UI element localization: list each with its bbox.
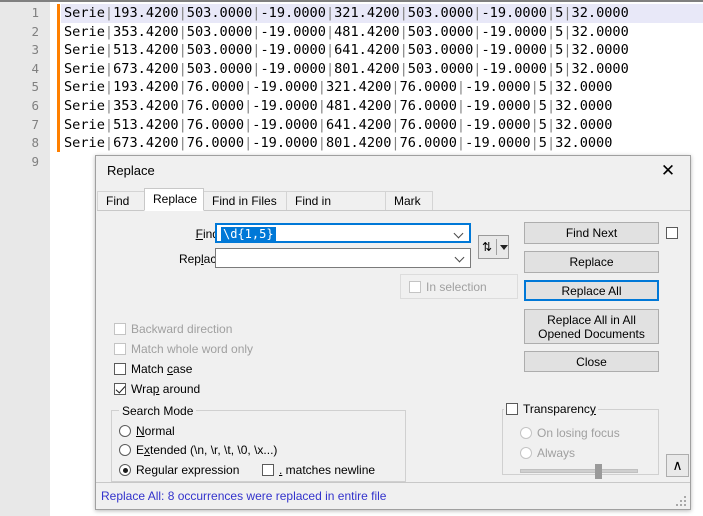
code-line[interactable]: Serie|513.4200|76.0000|-19.0000|641.4200… bbox=[61, 116, 703, 135]
checkbox-box-transparency[interactable] bbox=[506, 403, 518, 415]
change-marker-bar bbox=[57, 4, 60, 152]
dot-matches-newline-checkbox[interactable]: . matches newline bbox=[262, 463, 375, 477]
swap-fields-button[interactable]: ⇅ bbox=[478, 235, 509, 259]
scroll-up-button[interactable]: ∧ bbox=[666, 454, 689, 477]
close-button[interactable]: Close bbox=[524, 351, 659, 372]
code-line[interactable]: Serie|513.4200|503.0000|-19.0000|641.420… bbox=[61, 41, 703, 60]
code-line[interactable]: Serie|193.4200|76.0000|-19.0000|321.4200… bbox=[61, 78, 703, 97]
on-losing-focus-label: On losing focus bbox=[537, 426, 620, 440]
swap-divider bbox=[496, 239, 497, 255]
dialog-title: Replace bbox=[107, 163, 155, 178]
line-number: 1 bbox=[31, 5, 39, 20]
status-message: Replace All: 8 occurrences were replaced… bbox=[101, 489, 387, 503]
search-mode-extended-radio[interactable]: Extended (\n, \r, \t, \0, \x...) bbox=[119, 443, 277, 457]
tab-find-in-projects[interactable]: Find in Projects bbox=[286, 191, 386, 227]
notepad-plus-plus-window: 1 2 3 4 5 6 7 8 9 Serie|193.4200|503.0000|-19.00… bbox=[0, 0, 703, 516]
search-mode-group-title: Search Mode bbox=[119, 404, 197, 418]
dialog-body: Find what: \d{1,5} Replace with: ⇅ In se… bbox=[96, 211, 690, 490]
in-selection-panel: In selection bbox=[400, 274, 518, 299]
always-label: Always bbox=[537, 446, 576, 460]
code-line[interactable]: Serie|673.4200|503.0000|-19.0000|801.420… bbox=[61, 60, 703, 79]
resize-grip-icon[interactable] bbox=[676, 496, 687, 507]
transparency-label: Transparency bbox=[523, 402, 596, 416]
match-whole-word-label: Match whole word only bbox=[131, 342, 254, 356]
dialog-titlebar[interactable]: Replace ✕ bbox=[96, 156, 690, 188]
search-mode-normal-radio[interactable]: Normal bbox=[119, 424, 175, 438]
search-mode-extended-label: Extended (\n, \r, \t, \0, \x...) bbox=[136, 443, 278, 457]
tab-mark[interactable]: Mark bbox=[385, 191, 433, 210]
line-number: 8 bbox=[31, 135, 39, 151]
checkbox-box-in-selection bbox=[409, 281, 421, 293]
slider-thumb[interactable] bbox=[594, 464, 602, 479]
checkbox-box-keep-open[interactable] bbox=[666, 227, 678, 239]
tab-find-in-files[interactable]: Find in Files bbox=[203, 191, 287, 210]
keep-dialog-open-checkbox[interactable] bbox=[666, 226, 683, 240]
radio-normal[interactable] bbox=[119, 425, 131, 437]
wrap-around-checkbox[interactable]: Wrap around bbox=[114, 382, 200, 396]
dialog-statusbar: Replace All: 8 occurrences were replaced… bbox=[96, 482, 690, 509]
code-line[interactable]: Serie|353.4200|503.0000|-19.0000|481.420… bbox=[61, 23, 703, 42]
caret-down-icon[interactable] bbox=[500, 244, 508, 250]
find-what-value: \d{1,5} bbox=[221, 227, 276, 241]
search-mode-normal-label: Normal bbox=[136, 424, 175, 438]
line-number-gutter: 1 2 3 4 5 6 7 8 9 bbox=[0, 2, 50, 516]
checkbox-box-whole-word bbox=[114, 343, 126, 355]
radio-extended[interactable] bbox=[119, 444, 131, 456]
search-mode-regex-radio[interactable]: Regular expression bbox=[119, 463, 239, 477]
replace-button-label: Replace bbox=[569, 255, 614, 269]
replace-button[interactable]: Replace bbox=[524, 251, 659, 273]
dialog-tabstrip[interactable]: Find Replace Find in Files Find in Proje… bbox=[97, 188, 690, 227]
backward-direction-checkbox: Backward direction bbox=[114, 322, 232, 336]
dot-matches-newline-label: . matches newline bbox=[279, 463, 376, 477]
wrap-around-label: Wrap around bbox=[131, 382, 201, 396]
backward-direction-label: Backward direction bbox=[131, 322, 233, 336]
transparency-slider[interactable] bbox=[520, 462, 638, 480]
code-line[interactable]: Serie|353.4200|76.0000|-19.0000|481.4200… bbox=[61, 97, 703, 116]
transparency-checkbox[interactable]: Transparency bbox=[504, 402, 598, 416]
checkbox-box-wrap-around[interactable] bbox=[114, 383, 126, 395]
chevron-down-icon[interactable] bbox=[455, 229, 464, 238]
search-mode-regex-label: Regular expression bbox=[136, 463, 240, 477]
checkbox-box-match-case[interactable] bbox=[114, 363, 126, 375]
code-line[interactable]: Serie|673.4200|76.0000|-19.0000|801.4200… bbox=[61, 134, 703, 153]
line-number: 7 bbox=[31, 116, 39, 132]
in-selection-label: In selection bbox=[426, 280, 487, 294]
replace-all-opened-documents-button[interactable]: Replace All in All Opened Documents bbox=[524, 309, 659, 344]
replace-with-input[interactable] bbox=[215, 248, 471, 268]
find-what-input[interactable]: \d{1,5} bbox=[215, 223, 471, 243]
match-case-label: Match case bbox=[131, 362, 193, 376]
replace-dialog[interactable]: Replace ✕ Find Replace Find in Files Fin… bbox=[95, 155, 691, 510]
close-icon[interactable]: ✕ bbox=[646, 156, 690, 186]
radio-always bbox=[520, 447, 532, 459]
match-whole-word-checkbox: Match whole word only bbox=[114, 342, 253, 356]
swap-arrows-icon: ⇅ bbox=[482, 240, 493, 254]
checkbox-box-backward bbox=[114, 323, 126, 335]
slider-track bbox=[520, 469, 638, 473]
replace-all-button[interactable]: Replace All bbox=[524, 280, 659, 301]
line-number: 5 bbox=[31, 79, 39, 95]
match-case-checkbox[interactable]: Match case bbox=[114, 362, 192, 376]
line-number: 6 bbox=[31, 97, 39, 113]
transparency-always-radio: Always bbox=[520, 446, 575, 460]
radio-regex[interactable] bbox=[119, 464, 131, 476]
transparency-on-losing-focus-radio: On losing focus bbox=[520, 426, 620, 440]
tab-replace[interactable]: Replace bbox=[144, 188, 204, 211]
line-number: 4 bbox=[31, 60, 39, 76]
checkbox-box-dot-newline[interactable] bbox=[262, 464, 274, 476]
line-number: 2 bbox=[31, 23, 39, 39]
line-number: 3 bbox=[31, 42, 39, 58]
line-number: 9 bbox=[31, 153, 39, 169]
tab-find[interactable]: Find bbox=[97, 191, 145, 210]
radio-on-losing-focus bbox=[520, 427, 532, 439]
code-line[interactable]: Serie|193.4200|503.0000|-19.0000|321.420… bbox=[61, 4, 703, 23]
find-next-button[interactable]: Find Next bbox=[524, 222, 659, 244]
chevron-down-icon-2[interactable] bbox=[456, 253, 465, 262]
in-selection-checkbox: In selection bbox=[409, 280, 487, 294]
